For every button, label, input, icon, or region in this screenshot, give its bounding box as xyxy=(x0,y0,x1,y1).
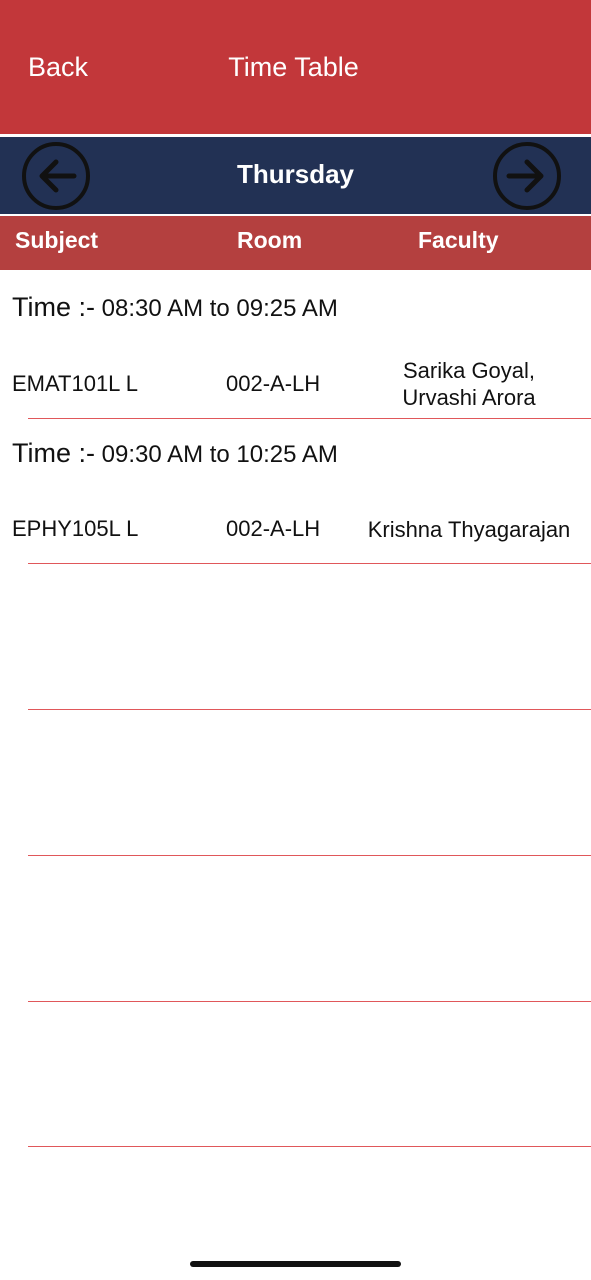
time-slot-label: Time :- 09:30 AM to 10:25 AM xyxy=(12,438,338,469)
faculty-name-line: Krishna Thyagarajan xyxy=(367,517,571,542)
room-cell: 002-A-LH xyxy=(226,516,321,541)
subject-cell: EMAT101L L xyxy=(12,371,138,396)
row-separator xyxy=(28,855,591,856)
row-separator xyxy=(28,709,591,710)
row-separator xyxy=(28,418,591,419)
time-range: 09:30 AM to 10:25 AM xyxy=(101,441,338,468)
home-indicator xyxy=(190,1261,401,1267)
time-prefix: Time :- xyxy=(12,438,95,468)
column-header-faculty: Faculty xyxy=(418,227,499,253)
next-day-button[interactable] xyxy=(491,140,563,212)
row-separator xyxy=(28,1146,591,1147)
time-slot-label: Time :- 08:30 AM to 09:25 AM xyxy=(12,292,338,323)
time-range: 08:30 AM to 09:25 AM xyxy=(101,295,338,322)
arrow-right-circle-icon xyxy=(493,142,561,210)
faculty-name-line: Sarika Goyal, xyxy=(402,358,536,383)
row-separator xyxy=(28,563,591,564)
faculty-cell: Sarika Goyal, Urvashi Arora xyxy=(354,357,584,411)
room-cell: 002-A-LH xyxy=(226,371,321,396)
row-separator xyxy=(28,1001,591,1002)
column-header-room: Room xyxy=(237,227,303,253)
subject-cell: EPHY105L L xyxy=(12,516,139,541)
faculty-cell: Krishna Thyagarajan xyxy=(354,516,584,543)
faculty-name-line: Urvashi Arora xyxy=(402,385,536,410)
column-header-subject: Subject xyxy=(15,227,99,253)
screen-title: Time Table xyxy=(228,52,359,82)
time-prefix: Time :- xyxy=(12,292,95,322)
